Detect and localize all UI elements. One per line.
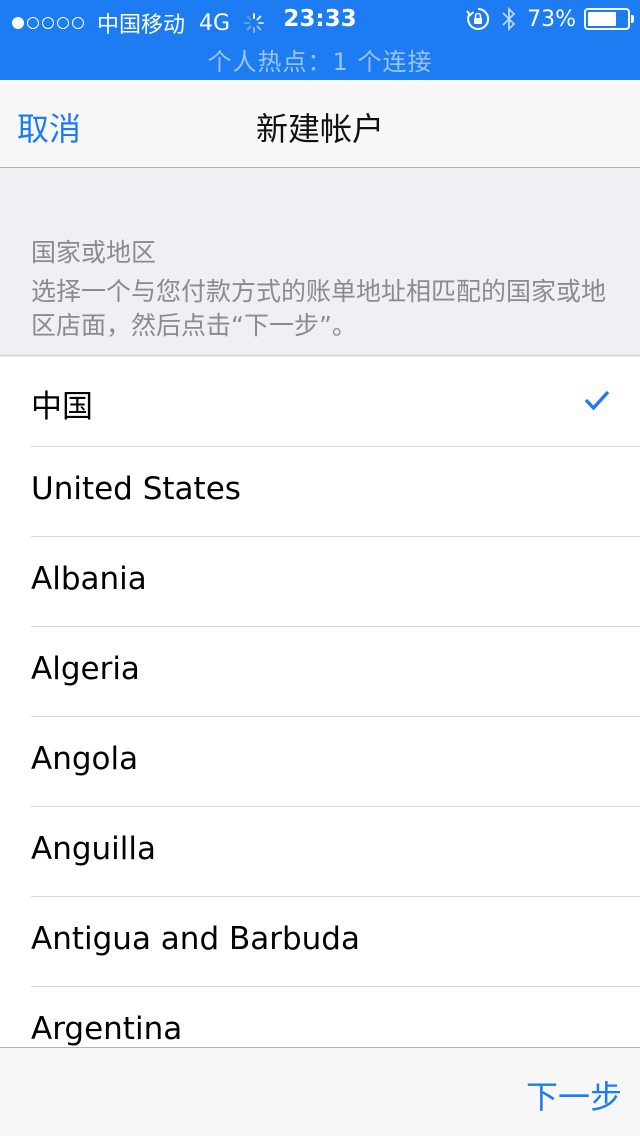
battery-fill	[588, 12, 616, 26]
country-label: United States	[31, 471, 241, 507]
status-bar-right: 73%	[465, 6, 634, 32]
section-header: 国家或地区 选择一个与您付款方式的账单地址相匹配的国家或地区店面，然后点击“下一…	[0, 169, 640, 356]
country-label: Antigua and Barbuda	[31, 921, 360, 957]
country-row[interactable]: Argentina	[0, 987, 640, 1047]
page-title: 新建帐户	[255, 110, 384, 148]
country-row[interactable]: United States	[0, 447, 640, 537]
checkmark-icon	[584, 390, 610, 411]
country-label: 中国	[31, 389, 93, 425]
battery-percent: 73%	[527, 6, 576, 32]
country-row[interactable]: Albania	[0, 537, 640, 627]
section-title: 国家或地区	[31, 238, 157, 267]
rotation-lock-icon	[466, 7, 490, 30]
country-label: Algeria	[31, 651, 140, 687]
hotspot-banner[interactable]: 个人热点：1 个连接	[0, 42, 640, 77]
navigation-bar: 取消 新建帐户	[0, 80, 640, 168]
country-list[interactable]: 中国 United States Albania Algeria Angola Angui…	[0, 357, 640, 1047]
bottom-toolbar: 下一步	[0, 1047, 640, 1136]
country-label: Albania	[31, 561, 147, 597]
country-row[interactable]: Angola	[0, 717, 640, 807]
country-row[interactable]: 中国	[0, 357, 640, 447]
status-bar-row: 中国移动 4G 23:33 73%	[0, 0, 640, 40]
country-label: Anguilla	[31, 831, 157, 867]
next-button[interactable]: 下一步	[526, 1072, 622, 1118]
country-label: Argentina	[31, 1011, 183, 1047]
country-label: Angola	[31, 741, 139, 777]
section-description: 选择一个与您付款方式的账单地址相匹配的国家或地区店面，然后点击“下一步”。	[31, 277, 607, 340]
bluetooth-icon	[502, 6, 516, 32]
country-row[interactable]: Antigua and Barbuda	[0, 897, 640, 987]
status-bar: 中国移动 4G 23:33 73% 个人热点：1 个连接	[0, 0, 640, 80]
screen: 中国移动 4G 23:33 73% 个人热点：1 个连接 取消 新建帐户 国家或…	[0, 0, 640, 1136]
battery-icon	[584, 8, 634, 30]
country-row[interactable]: Algeria	[0, 627, 640, 717]
country-row[interactable]: Anguilla	[0, 807, 640, 897]
